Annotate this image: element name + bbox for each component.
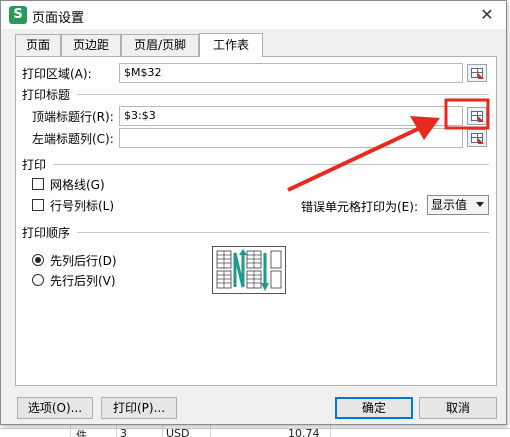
annotation-arrow-head [410, 116, 440, 140]
tab-sheet[interactable]: 工作表 [199, 33, 263, 57]
annotation-highlight-box [444, 98, 490, 130]
annotation-arrow-shaft [287, 126, 421, 192]
annotation-overlay [287, 98, 490, 192]
